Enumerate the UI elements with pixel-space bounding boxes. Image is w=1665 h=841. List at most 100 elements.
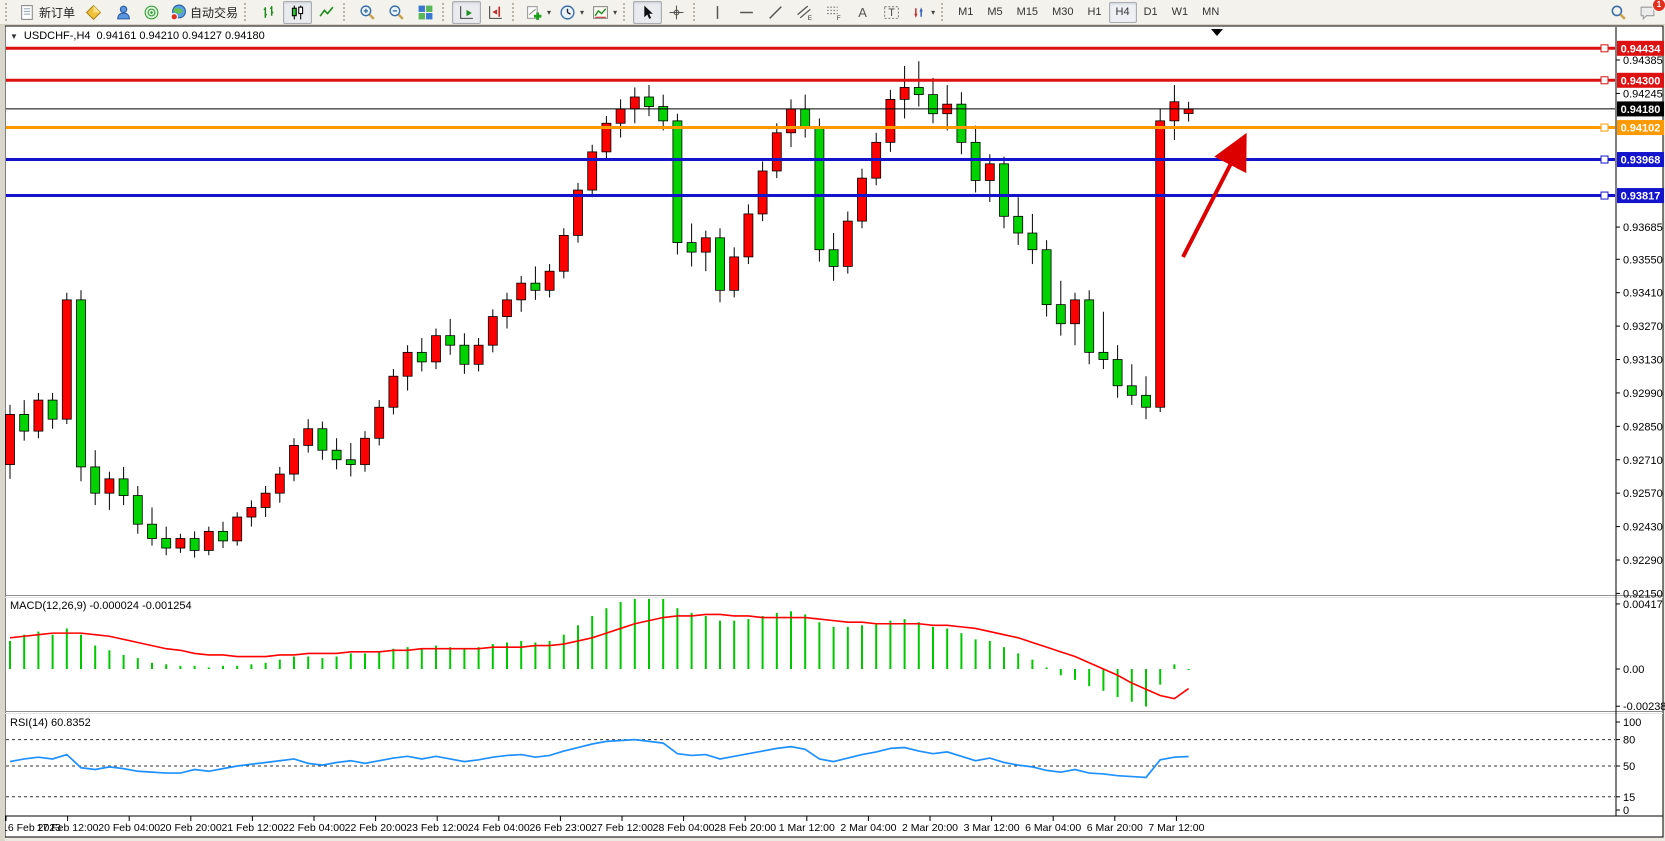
candlestick-chart-type-button[interactable]	[283, 1, 312, 24]
trendline-tool-button[interactable]	[761, 1, 790, 24]
candle-down	[1113, 360, 1122, 386]
candle-down	[1014, 216, 1023, 233]
line-handle	[1601, 192, 1608, 199]
candlestick-icon	[289, 4, 306, 21]
macd-bar	[705, 616, 707, 669]
macd-bar	[1088, 669, 1090, 686]
candle-up	[545, 271, 554, 290]
toolbar-grip[interactable]	[512, 3, 518, 21]
macd-bar	[620, 602, 622, 669]
toolbar-grip[interactable]	[442, 3, 448, 21]
zoom-in-button[interactable]	[353, 1, 382, 24]
candle-down	[1056, 305, 1065, 324]
macd-bar	[421, 649, 423, 669]
toolbar-grip[interactable]	[623, 3, 629, 21]
chart-shift-button[interactable]	[481, 1, 510, 24]
timeframe-m1-button[interactable]: M1	[951, 2, 980, 23]
toolbar-grip[interactable]	[5, 3, 11, 21]
auto-trading-button[interactable]: 自动交易	[166, 1, 242, 24]
equidistant-channel-tool-button[interactable]: E	[790, 1, 819, 24]
macd-bar	[165, 664, 167, 669]
candle-up	[261, 493, 270, 507]
macd-bar	[208, 667, 210, 669]
market-watch-button[interactable]	[79, 1, 108, 24]
macd-bar	[946, 628, 948, 669]
zoom-out-button[interactable]	[382, 1, 411, 24]
candle-down	[645, 97, 654, 107]
new-order-button[interactable]: 新订单	[15, 1, 79, 24]
macd-bar	[463, 649, 465, 669]
candle-down	[219, 531, 228, 541]
macd-bar	[364, 653, 366, 669]
line-chart-type-button[interactable]	[312, 1, 341, 24]
timeframe-d1-button[interactable]: D1	[1137, 2, 1165, 23]
indicators-button[interactable]: ▾	[522, 1, 555, 24]
arrows-tool-button[interactable]: ▾	[906, 1, 939, 24]
bar-chart-type-button[interactable]	[254, 1, 283, 24]
macd-bar	[932, 627, 934, 669]
macd-bar	[236, 666, 238, 669]
toolbar-grip[interactable]	[244, 3, 250, 21]
candle-down	[829, 250, 838, 267]
time-tick-label: 23 Feb 12:00	[406, 822, 468, 834]
toolbar-grip[interactable]	[343, 3, 349, 21]
timeframe-m5-button[interactable]: M5	[980, 2, 1009, 23]
timeframe-h1-button[interactable]: H1	[1080, 2, 1108, 23]
macd-bar	[80, 635, 82, 669]
horizontal-line-icon	[738, 4, 755, 21]
templates-button[interactable]: ▾	[588, 1, 621, 24]
macd-bar	[449, 647, 451, 669]
price-chart-canvas[interactable]: 0.944340.943000.941020.939680.938170.941…	[0, 25, 1665, 841]
text-label-tool-button[interactable]: T	[877, 1, 906, 24]
timeframe-w1-button[interactable]: W1	[1165, 2, 1196, 23]
price-tick-label: 0.92430	[1623, 522, 1663, 534]
candle-up	[858, 178, 867, 221]
svg-text:E: E	[808, 14, 812, 20]
data-window-button[interactable]	[108, 1, 137, 24]
time-tick-label: 2 Mar 04:00	[840, 822, 896, 834]
auto-trading-label: 自动交易	[190, 4, 238, 21]
timeframe-mn-button[interactable]: MN	[1195, 2, 1226, 23]
timeframe-m30-button[interactable]: M30	[1045, 2, 1080, 23]
candle-up	[1156, 121, 1165, 407]
toolbar-grip[interactable]	[693, 3, 699, 21]
macd-bar	[605, 608, 607, 669]
chart-dropdown-icon[interactable]: ▼	[10, 32, 18, 41]
timeframe-h4-button[interactable]: H4	[1109, 2, 1137, 23]
navigator-button[interactable]	[137, 1, 166, 24]
ohlc-bars-icon	[260, 4, 277, 21]
candle-up	[1184, 109, 1193, 114]
chart-shift-icon	[487, 4, 504, 21]
auto-scroll-button[interactable]	[452, 1, 481, 24]
new-order-label: 新订单	[39, 4, 75, 21]
periods-button[interactable]: ▾	[555, 1, 588, 24]
crosshair-button[interactable]	[662, 1, 691, 24]
horizontal-line-tool-button[interactable]	[732, 1, 761, 24]
rsi-tick-label: 15	[1623, 792, 1635, 804]
candle-up	[744, 214, 753, 257]
candle-up	[403, 352, 412, 376]
notifications-button[interactable]: 1	[1633, 1, 1662, 24]
price-tick-label: 0.92990	[1623, 388, 1663, 400]
macd-bar	[762, 616, 764, 669]
macd-indicator-label: MACD(12,26,9) -0.000024 -0.001254	[10, 600, 192, 612]
tile-windows-button[interactable]	[411, 1, 440, 24]
text-tool-button[interactable]: A	[848, 1, 877, 24]
line-handle	[1601, 45, 1608, 52]
timeframe-m15-button[interactable]: M15	[1010, 2, 1045, 23]
macd-tick-label: -0.002387	[1623, 701, 1665, 713]
candle-down	[77, 300, 86, 467]
vertical-line-tool-button[interactable]	[703, 1, 732, 24]
candle-down	[20, 414, 29, 431]
zoom-out-icon	[388, 4, 405, 21]
cursor-button[interactable]	[633, 1, 662, 24]
macd-bar	[790, 611, 792, 669]
candle-down	[162, 539, 171, 549]
search-button[interactable]	[1604, 1, 1633, 24]
macd-bar	[889, 621, 891, 669]
macd-bar	[861, 625, 863, 669]
svg-text:0.93968: 0.93968	[1621, 155, 1661, 167]
fibonacci-tool-button[interactable]: F	[819, 1, 848, 24]
candle-down	[446, 336, 455, 346]
toolbar-grip[interactable]	[941, 3, 947, 21]
